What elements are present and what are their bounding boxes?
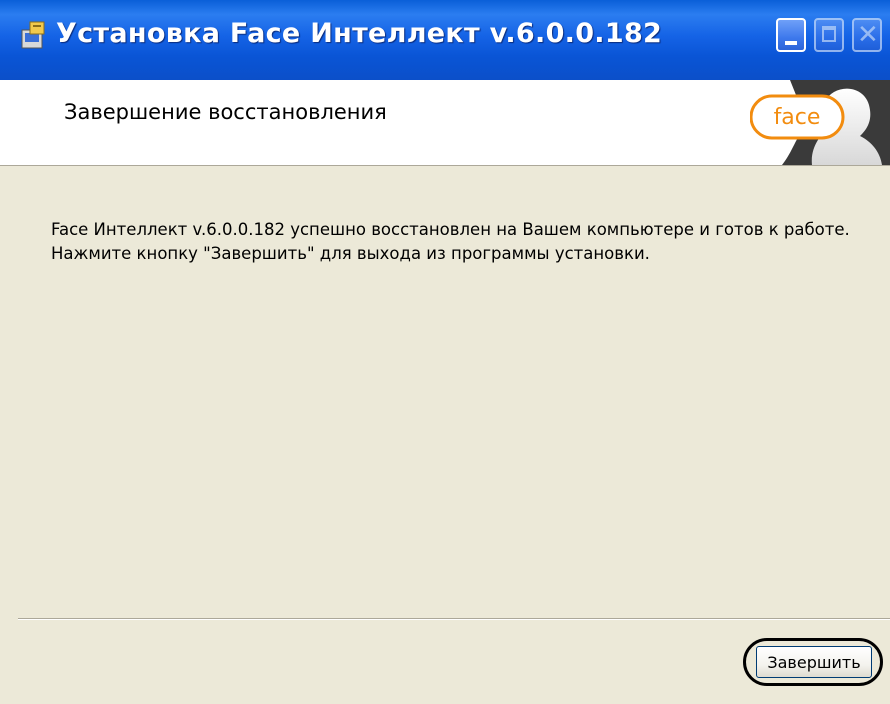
header-panel: Завершение восстановления face (0, 80, 890, 166)
installer-window: Установка Face Интеллект v.6.0.0.182 ✕ З… (0, 0, 890, 704)
logo-text: face (774, 105, 821, 130)
maximize-button[interactable] (814, 18, 844, 52)
face-logo: face (750, 80, 890, 165)
completion-message: Face Интеллект v.6.0.0.182 успешно восст… (51, 220, 850, 263)
installer-app-icon (21, 21, 45, 49)
close-icon: ✕ (857, 20, 879, 50)
minimize-icon (785, 41, 797, 45)
content-area: Face Интеллект v.6.0.0.182 успешно восст… (0, 166, 890, 618)
footer-separator (18, 618, 890, 620)
minimize-button[interactable] (776, 18, 806, 52)
title-bar[interactable]: Установка Face Интеллект v.6.0.0.182 ✕ (0, 0, 890, 80)
maximize-icon (822, 26, 836, 42)
page-title: Завершение восстановления (64, 100, 387, 124)
close-button[interactable]: ✕ (852, 18, 882, 52)
window-title: Установка Face Интеллект v.6.0.0.182 (56, 18, 663, 49)
finish-button[interactable]: Завершить (756, 646, 872, 678)
